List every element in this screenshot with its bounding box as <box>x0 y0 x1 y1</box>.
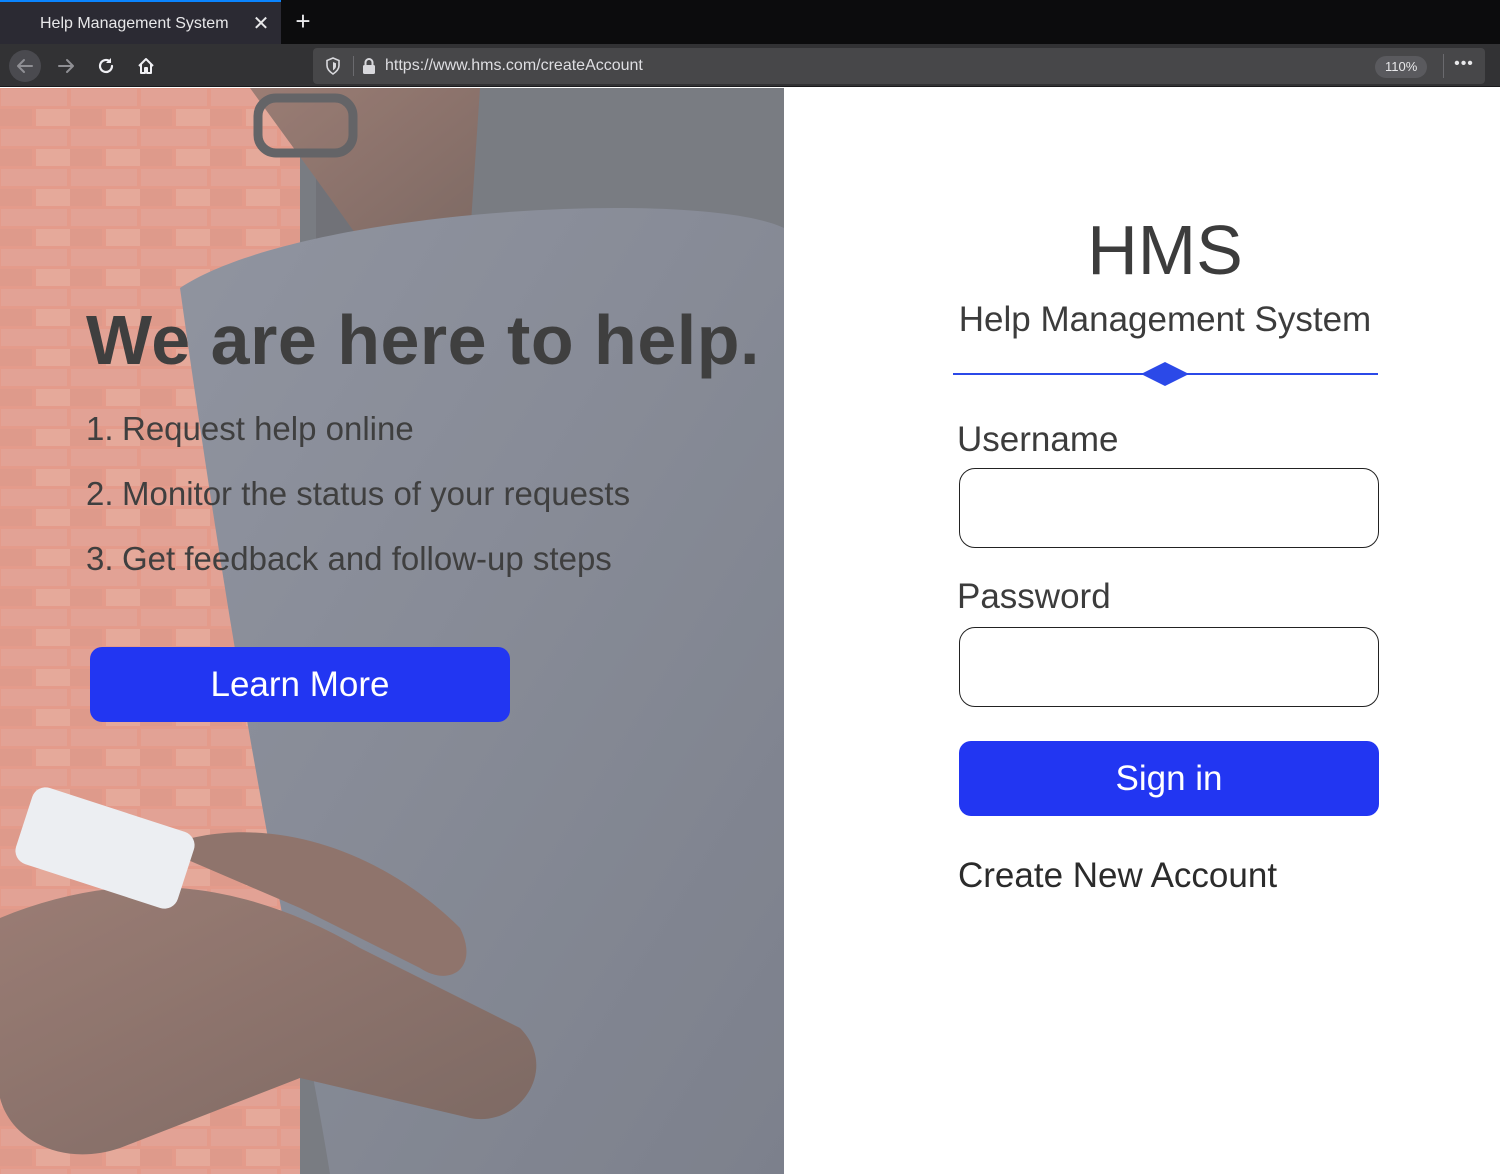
step-text: Get feedback and follow-up steps <box>122 540 612 577</box>
zoom-level-badge[interactable]: 110% <box>1375 56 1428 78</box>
step-number: 3. <box>86 540 114 577</box>
username-input[interactable] <box>959 468 1379 548</box>
lock-icon[interactable] <box>360 56 378 76</box>
step-number: 2. <box>86 475 114 512</box>
forward-button[interactable] <box>50 50 82 82</box>
home-icon <box>138 58 154 74</box>
step-number: 1. <box>86 410 114 447</box>
list-item: 2. Monitor the status of your requests <box>86 475 630 540</box>
arrow-left-icon <box>17 59 33 73</box>
url-text[interactable]: https://www.hms.com/createAccount <box>385 57 643 75</box>
step-text: Monitor the status of your requests <box>122 475 631 512</box>
password-label: Password <box>957 577 1111 616</box>
list-item: 1. Request help online <box>86 410 630 475</box>
tab-title: Help Management System <box>40 15 229 32</box>
sign-in-button[interactable]: Sign in <box>959 741 1379 816</box>
password-input[interactable] <box>959 627 1379 707</box>
diamond-divider <box>953 362 1378 386</box>
browser-nav-bar: https://www.hms.com/createAccount 110% •… <box>0 44 1500 87</box>
hero-panel: We are here to help. 1. Request help onli… <box>0 88 784 1174</box>
step-text: Request help online <box>122 410 414 447</box>
url-bar[interactable]: https://www.hms.com/createAccount 110% •… <box>313 48 1485 84</box>
browser-tab[interactable]: Help Management System ✕ <box>0 0 281 44</box>
ellipsis-icon[interactable]: ••• <box>1453 53 1475 77</box>
url-separator-2 <box>1443 54 1444 78</box>
close-icon[interactable]: ✕ <box>250 13 272 35</box>
url-separator <box>353 56 354 76</box>
home-button[interactable] <box>130 50 162 82</box>
brand-title: HMS <box>1087 211 1243 289</box>
list-item: 3. Get feedback and follow-up steps <box>86 540 630 605</box>
create-account-link[interactable]: Create New Account <box>958 856 1277 896</box>
username-label: Username <box>957 420 1119 459</box>
back-button[interactable] <box>9 50 41 82</box>
reload-icon <box>98 58 114 74</box>
arrow-right-icon <box>58 59 74 73</box>
hero-steps-list: 1. Request help online 2. Monitor the stat… <box>86 410 630 605</box>
browser-tab-bar: Help Management System ✕ + <box>0 0 1500 44</box>
shield-icon[interactable] <box>323 56 343 76</box>
hero-title: We are here to help. <box>86 301 760 379</box>
brand-subtitle: Help Management System <box>958 300 1372 339</box>
learn-more-button[interactable]: Learn More <box>90 647 510 722</box>
hero-overlay <box>0 88 784 1174</box>
reload-button[interactable] <box>90 50 122 82</box>
plus-icon[interactable]: + <box>290 7 316 35</box>
